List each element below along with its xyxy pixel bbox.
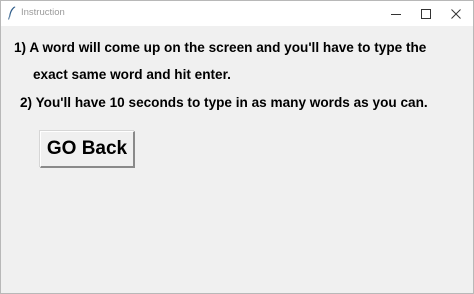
close-icon (451, 8, 461, 19)
instruction-line-1: 1) A word will come up on the screen and… (14, 40, 427, 55)
feather-icon (8, 6, 16, 20)
maximize-icon (421, 8, 431, 19)
instruction-window: Instruction 1) A word will come up on th… (0, 0, 474, 294)
close-button[interactable] (441, 1, 471, 26)
go-back-button[interactable]: GO Back (40, 131, 135, 168)
title-bar[interactable]: Instruction (1, 1, 473, 26)
maximize-button[interactable] (411, 1, 441, 26)
minimize-button[interactable] (381, 1, 411, 26)
window-title: Instruction (21, 7, 65, 18)
minimize-icon (391, 13, 401, 15)
instruction-line-3: 2) You'll have 10 seconds to type in as … (20, 95, 428, 110)
instruction-line-2: exact same word and hit enter. (33, 67, 231, 82)
